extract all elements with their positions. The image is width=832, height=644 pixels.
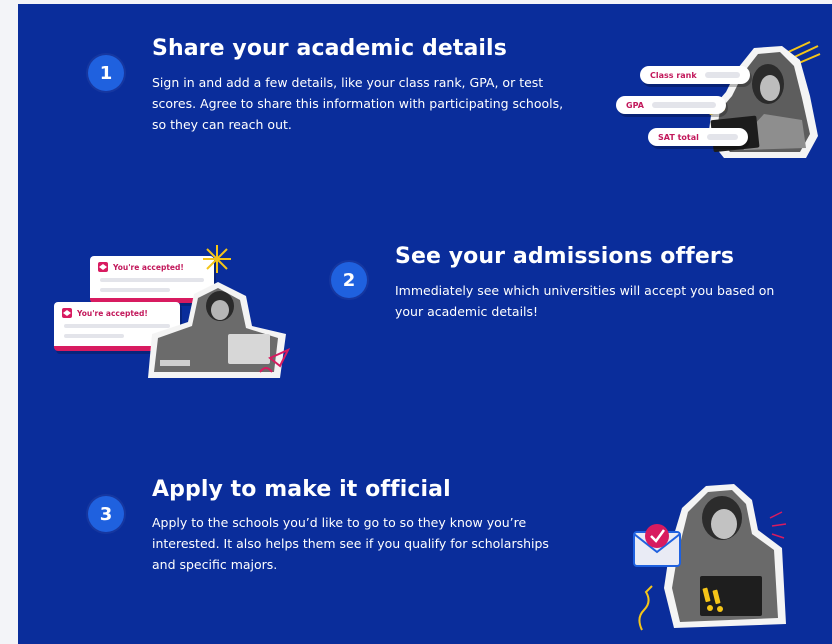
cap-icon (98, 262, 108, 272)
step-1-illustration: Class rank GPA SAT total (614, 40, 824, 160)
step-3-illustration (622, 478, 792, 634)
squiggle-arrow-icon (638, 585, 653, 631)
step-3-badge: 3 (88, 496, 124, 532)
step-2-description: Immediately see which universities will … (395, 283, 775, 319)
envelope-check-icon (633, 524, 681, 567)
step-3-description: Apply to the schools you’d like to go to… (152, 515, 549, 572)
student-laptop-photo (633, 484, 787, 631)
step-3-title: Apply to make it official (152, 477, 451, 502)
student-laptop-photo (148, 282, 290, 378)
cap-icon (62, 308, 72, 318)
step-1-description: Sign in and add a few details, like your… (152, 75, 564, 132)
step-1-title: Share your academic details (152, 36, 507, 61)
step-2-badge: 2 (331, 262, 367, 298)
sat-total-pill: SAT total (648, 128, 748, 146)
how-it-works-panel: 1 Share your academic details Sign in an… (18, 4, 832, 644)
gpa-pill: GPA (616, 96, 726, 114)
step-1-badge: 1 (88, 55, 124, 91)
step-2-title: See your admissions offers (395, 244, 735, 269)
starburst-icon (203, 245, 231, 273)
class-rank-pill: Class rank (640, 66, 750, 84)
step-2-illustration: You're accepted! You're accepted! (54, 244, 294, 384)
rays-icon (769, 511, 787, 539)
